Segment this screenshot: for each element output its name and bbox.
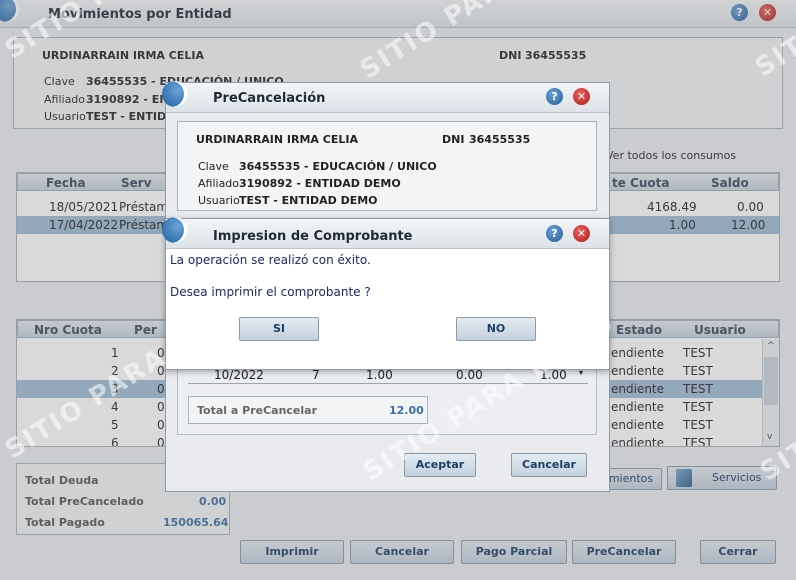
precancel-usuario-label: Usuario — [198, 194, 240, 207]
print-dialog-close-icon[interactable]: ✕ — [573, 225, 590, 242]
total-precancelar-value: 12.00 — [389, 404, 424, 417]
row-importe: 1.00 — [366, 368, 393, 382]
print-dialog-body: La operación se realizó con éxito. Desea… — [166, 249, 609, 369]
print-dialog-title: Impresion de Comprobante — [213, 229, 413, 244]
print-dialog: Impresion de Comprobante ? ✕ La operació… — [162, 217, 610, 370]
precancel-cancelar-button[interactable]: Cancelar — [511, 453, 587, 477]
si-button[interactable]: SI — [239, 317, 319, 341]
precancel-dni-label: DNI — [442, 133, 465, 146]
precancel-clave-label: Clave — [198, 160, 229, 173]
success-message: La operación se realizó con éxito. — [170, 253, 371, 267]
precancel-titlebar: PreCancelación ? ✕ — [162, 81, 609, 113]
table-row[interactable]: 10/2022 7 1.00 0.00 1.00 ▾ — [188, 368, 588, 384]
row-cuota: 7 — [312, 368, 320, 382]
total-precancelar-box: Total a PreCancelar 12.00 — [188, 396, 428, 424]
precancel-person-panel: URDINARRAIN IRMA CELIA DNI 36455535 Clav… — [177, 121, 597, 211]
precancel-close-icon[interactable]: ✕ — [573, 88, 590, 105]
row-total: 1.00 — [540, 368, 567, 382]
print-dialog-titlebar: Impresion de Comprobante ? ✕ — [162, 217, 609, 249]
precancel-usuario-value: TEST - ENTIDAD DEMO — [239, 194, 378, 207]
precancel-logo-icon — [162, 81, 188, 107]
precancel-afiliado-label: Afiliado — [198, 177, 240, 190]
print-question: Desea imprimir el comprobante ? — [170, 285, 371, 299]
total-precancelar-label: Total a PreCancelar — [197, 404, 318, 417]
precancel-clave-value: 36455535 - EDUCACIÓN / UNICO — [239, 160, 437, 173]
precancel-dni-value: 36455535 — [469, 133, 531, 146]
no-button[interactable]: NO — [456, 317, 536, 341]
print-dialog-help-icon[interactable]: ? — [546, 225, 563, 242]
print-dialog-logo-icon — [162, 217, 188, 243]
precancel-help-icon[interactable]: ? — [546, 88, 563, 105]
row-interes: 0.00 — [456, 368, 483, 382]
precancel-afiliado-value: 3190892 - ENTIDAD DEMO — [239, 177, 401, 190]
precancel-person-name: URDINARRAIN IRMA CELIA — [196, 133, 358, 146]
row-periodo: 10/2022 — [214, 368, 264, 382]
precancel-title: PreCancelación — [213, 91, 326, 106]
aceptar-button[interactable]: Aceptar — [404, 453, 476, 477]
